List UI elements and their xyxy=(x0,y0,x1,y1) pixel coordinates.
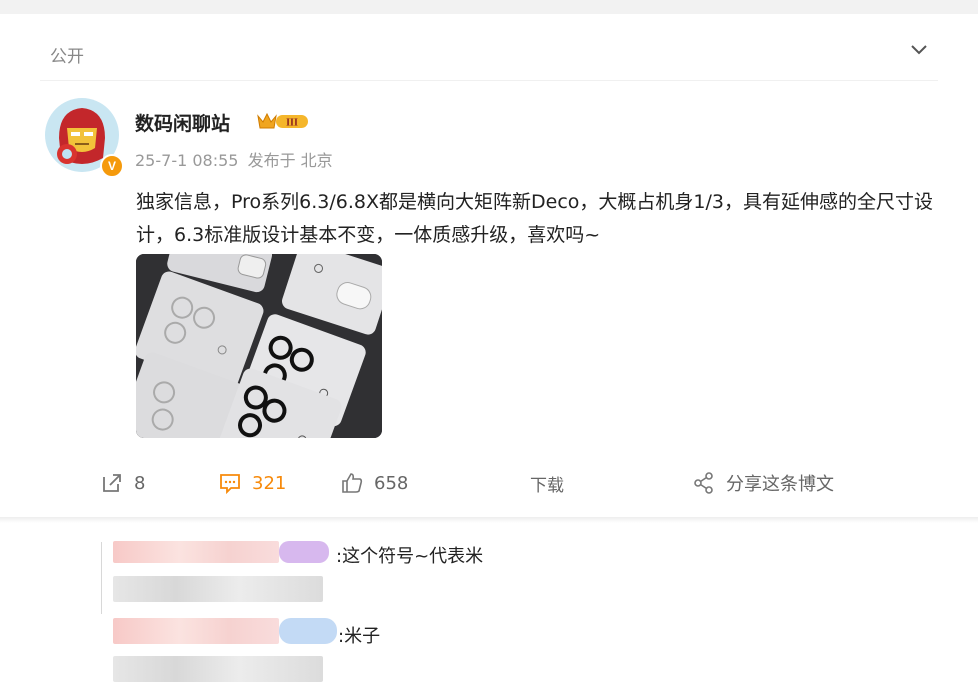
reply-thread-line xyxy=(101,542,102,614)
like-count: 658 xyxy=(374,472,409,494)
author-name[interactable]: 数码闲聊站 xyxy=(135,109,230,136)
blurred-content xyxy=(113,656,323,682)
chevron-down-icon[interactable] xyxy=(908,38,930,60)
download-label: 下载 xyxy=(530,475,564,496)
post-card: 公开 V 数码闲聊站 III 25-7-1 08:55 发布于 北京 独家信息，… xyxy=(12,14,966,517)
visibility-label: 公开 xyxy=(50,47,84,67)
divider xyxy=(40,80,938,81)
action-bar: 8 321 658 下载 分享这条博文 xyxy=(12,466,966,500)
level-badge-text: III xyxy=(286,118,298,129)
blurred-badge xyxy=(279,618,337,644)
comment-text: :这个符号~代表米 xyxy=(336,546,484,567)
vip-crown-icon[interactable]: III xyxy=(256,110,310,132)
post-meta: 25-7-1 08:55 发布于 北京 xyxy=(135,147,337,171)
post-date[interactable]: 25-7-1 08:55 xyxy=(135,151,238,170)
top-band xyxy=(0,0,978,14)
comment-count: 321 xyxy=(252,472,287,494)
blurred-username xyxy=(113,541,279,563)
comment-text: :米子 xyxy=(338,626,381,647)
post-image[interactable] xyxy=(136,254,382,438)
post-source: 发布于 北京 xyxy=(247,151,333,170)
lens-protectors-photo xyxy=(136,254,382,438)
like-button[interactable]: 658 xyxy=(340,466,408,500)
comment-button[interactable]: 321 xyxy=(218,466,286,500)
comment-icon xyxy=(220,474,240,495)
repost-count: 8 xyxy=(134,472,146,494)
thumbs-up-icon xyxy=(342,473,363,493)
share-label: 分享这条博文 xyxy=(726,474,834,495)
download-button[interactable]: 下载 xyxy=(530,466,564,500)
repost-icon xyxy=(103,474,121,492)
share-button[interactable]: 分享这条博文 xyxy=(692,466,834,500)
blurred-username xyxy=(113,618,279,644)
share-icon xyxy=(694,472,713,494)
post-text: 独家信息，Pro系列6.3/6.8X都是横向大矩阵新Deco，大概占机身1/3，… xyxy=(136,191,933,246)
section-divider xyxy=(0,517,978,523)
verified-v-icon: V xyxy=(100,154,124,178)
repost-button[interactable]: 8 xyxy=(100,466,145,500)
blurred-content xyxy=(113,576,323,602)
blurred-badge xyxy=(279,541,329,563)
